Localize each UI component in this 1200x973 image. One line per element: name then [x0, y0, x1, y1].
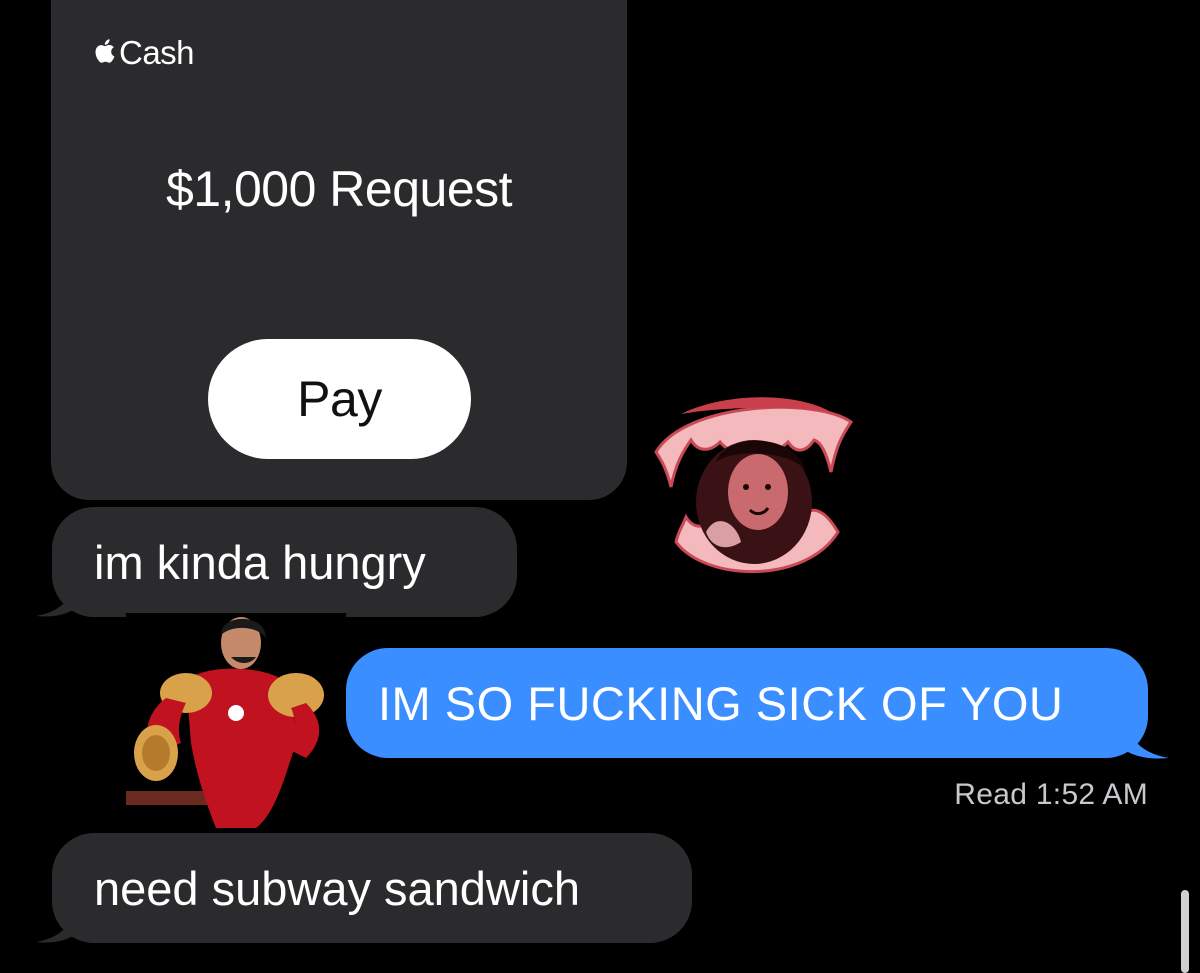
pay-button[interactable]: Pay — [208, 339, 471, 459]
bubble-tail-icon — [36, 908, 76, 943]
incoming-message-bubble[interactable]: need subway sandwich — [52, 833, 692, 943]
incoming-message-bubble[interactable]: im kinda hungry — [52, 507, 517, 617]
apple-cash-brand: Cash — [93, 34, 195, 72]
iron-man-sticker — [126, 613, 346, 831]
apple-logo-icon — [95, 39, 115, 63]
bubble-tail-icon — [1125, 722, 1169, 759]
bubble-tail-icon — [36, 582, 76, 617]
cash-brand-label: Cash — [119, 34, 195, 71]
message-text: im kinda hungry — [94, 535, 426, 589]
read-receipt: Read 1:52 AM — [954, 778, 1148, 811]
vampire-fangs-sticker — [654, 397, 854, 574]
message-text: need subway sandwich — [94, 861, 580, 915]
apple-cash-request-card[interactable]: Cash $1,000 Request Pay — [51, 0, 627, 500]
outgoing-message-bubble[interactable]: IM SO FUCKING SICK OF YOU — [346, 648, 1148, 758]
message-text: IM SO FUCKING SICK OF YOU — [378, 676, 1064, 730]
request-amount: $1,000 Request — [165, 161, 513, 217]
scroll-indicator[interactable] — [1181, 890, 1189, 973]
